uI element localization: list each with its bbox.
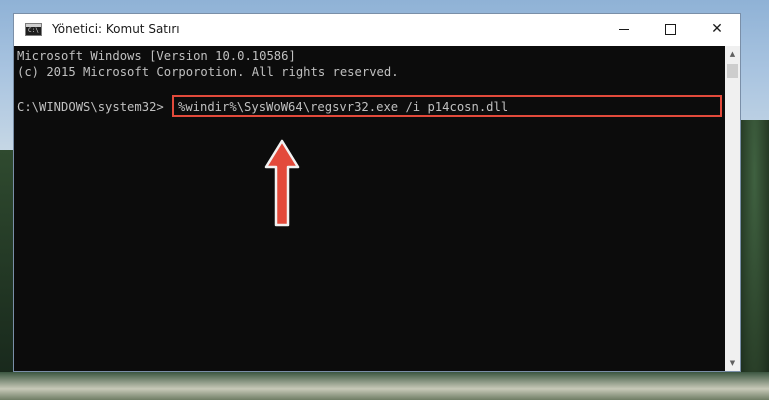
scroll-up-icon[interactable]: ▲ [725, 46, 740, 62]
console-line-version: Microsoft Windows [Version 10.0.10586] [17, 49, 296, 63]
vertical-scrollbar[interactable]: ▲ ▼ [725, 46, 740, 371]
close-icon: ✕ [711, 21, 723, 37]
command-prompt-window[interactable]: C:\ Yönetici: Komut Satırı ✕ Microsoft W… [13, 13, 741, 372]
maximize-button[interactable] [647, 14, 693, 44]
minimize-button[interactable] [601, 14, 647, 44]
console-output[interactable]: Microsoft Windows [Version 10.0.10586] (… [14, 46, 725, 371]
minimize-icon [619, 28, 629, 30]
window-title: Yönetici: Komut Satırı [52, 22, 180, 36]
console-command[interactable]: %windir%\SysWoW64\regsvr32.exe /i p14cos… [178, 99, 508, 115]
console-line-copyright: (c) 2015 Microsoft Corporotion. All righ… [17, 65, 399, 79]
cmd-console-icon[interactable]: C:\ [25, 23, 42, 36]
title-bar[interactable]: C:\ Yönetici: Komut Satırı ✕ [14, 14, 740, 46]
console-prompt: C:\WINDOWS\system32> [17, 100, 164, 114]
scroll-down-icon[interactable]: ▼ [725, 355, 740, 371]
background-ground [0, 372, 769, 400]
red-arrow-up-icon [264, 139, 300, 227]
maximize-icon [664, 23, 676, 35]
scrollbar-thumb[interactable] [727, 64, 738, 78]
close-button[interactable]: ✕ [694, 14, 740, 44]
background-trees-right [740, 120, 769, 400]
